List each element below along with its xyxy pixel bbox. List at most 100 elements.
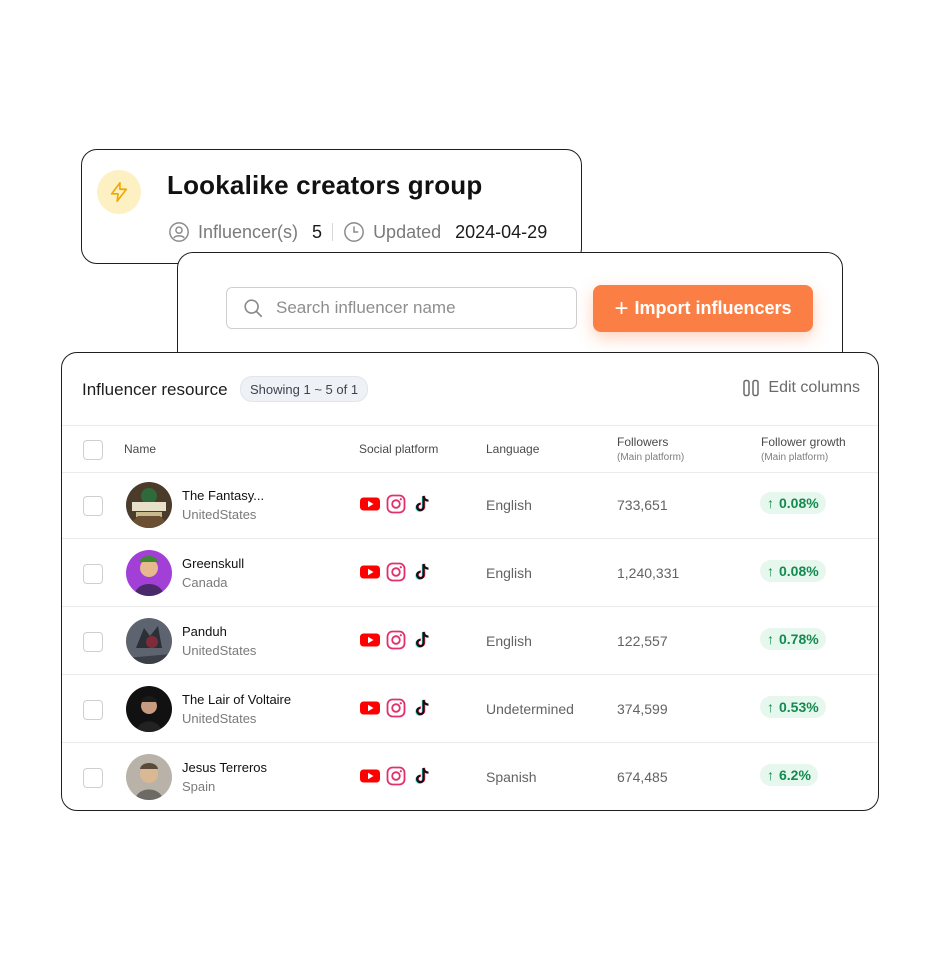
col-growth-sub: (Main platform) <box>761 452 829 463</box>
row-checkbox[interactable] <box>83 700 103 720</box>
table-title: Influencer resource <box>82 380 228 399</box>
influencer-country: Canada <box>182 575 228 590</box>
tiktok-icon[interactable] <box>412 698 432 718</box>
influencer-table-card: Influencer resource Showing 1 ~ 5 of 1 E… <box>61 352 879 811</box>
columns-icon <box>743 379 760 397</box>
instagram-icon[interactable] <box>386 698 406 718</box>
avatar <box>126 482 172 528</box>
arrow-up-icon: ↑ <box>767 699 774 715</box>
instagram-icon[interactable] <box>386 494 406 514</box>
influencers-count: 5 <box>312 221 323 242</box>
followers-count: 674,485 <box>617 769 668 785</box>
growth-badge: ↑ 0.08% <box>760 492 826 514</box>
platform-icons <box>360 698 438 718</box>
import-label: Import influencers <box>634 298 792 318</box>
youtube-icon[interactable] <box>360 698 380 718</box>
instagram-icon[interactable] <box>386 766 406 786</box>
language: Undetermined <box>486 701 574 717</box>
youtube-icon[interactable] <box>360 494 380 514</box>
influencer-name[interactable]: Panduh <box>182 624 227 639</box>
lightning-icon <box>110 182 128 202</box>
influencer-name[interactable]: The Lair of Voltaire <box>182 692 291 707</box>
row-checkbox[interactable] <box>83 768 103 788</box>
col-followers: Followers (Main platform) <box>617 435 684 463</box>
search-icon <box>244 299 263 318</box>
user-circle-icon <box>169 222 189 242</box>
growth-value: 0.08% <box>779 563 819 579</box>
influencer-name[interactable]: Greenskull <box>182 556 244 571</box>
tiktok-icon[interactable] <box>412 630 432 650</box>
tiktok-icon[interactable] <box>412 494 432 514</box>
showing-badge: Showing 1 ~ 5 of 1 <box>240 376 369 402</box>
youtube-icon[interactable] <box>360 562 380 582</box>
col-followers-sub: (Main platform) <box>617 452 685 463</box>
select-all-checkbox[interactable] <box>83 440 103 460</box>
growth-badge: ↑ 6.2% <box>760 764 818 786</box>
col-platform: Social platform <box>359 442 439 456</box>
platform-icons <box>360 494 438 514</box>
avatar <box>126 754 172 800</box>
group-title: Lookalike creators group <box>167 170 483 200</box>
col-followers-label: Followers <box>617 435 669 449</box>
col-name: Name <box>124 442 157 456</box>
followers-count: 1,240,331 <box>617 565 680 581</box>
col-growth: Follower growth (Main platform) <box>761 435 846 463</box>
platform-icons <box>360 766 438 786</box>
plus-icon: + <box>614 294 629 322</box>
followers-count: 733,651 <box>617 497 668 513</box>
updated-label: Updated <box>373 221 442 242</box>
influencer-name[interactable]: The Fantasy... <box>182 488 264 503</box>
growth-value: 0.08% <box>779 495 819 511</box>
search-input[interactable] <box>274 297 558 319</box>
arrow-up-icon: ↑ <box>767 631 774 647</box>
instagram-icon[interactable] <box>386 630 406 650</box>
table-row[interactable]: Panduh UnitedStates English 122,557 ↑ 0.7… <box>62 607 878 675</box>
platform-icons <box>360 630 438 650</box>
language: English <box>486 497 532 513</box>
influencer-country: UnitedStates <box>182 507 257 522</box>
col-growth-label: Follower growth <box>761 435 846 449</box>
influencers-label: Influencer(s) <box>198 221 299 242</box>
growth-value: 6.2% <box>779 767 811 783</box>
clock-icon <box>344 222 364 242</box>
instagram-icon[interactable] <box>386 562 406 582</box>
table-row[interactable]: The Lair of Voltaire UnitedStates Undete… <box>62 675 878 743</box>
table-row[interactable]: Jesus Terreros Spain Spanish 674,485 ↑ 6.… <box>62 743 878 810</box>
influencer-name[interactable]: Jesus Terreros <box>182 760 267 775</box>
growth-value: 0.78% <box>779 631 819 647</box>
language: English <box>486 565 532 581</box>
youtube-icon[interactable] <box>360 630 380 650</box>
search-box[interactable] <box>226 287 577 329</box>
column-headers: Name Social platform Language Followers … <box>62 425 878 473</box>
followers-count: 374,599 <box>617 701 668 717</box>
table-row[interactable]: Greenskull Canada English 1,240,331 ↑ 0.0… <box>62 539 878 607</box>
language: Spanish <box>486 769 537 785</box>
group-icon <box>97 170 141 214</box>
table-header: Influencer resource Showing 1 ~ 5 of 1 E… <box>62 353 878 425</box>
avatar <box>126 618 172 664</box>
growth-badge: ↑ 0.08% <box>760 560 826 582</box>
table-row[interactable]: The Fantasy... UnitedStates English 733,… <box>62 471 878 539</box>
tiktok-icon[interactable] <box>412 562 432 582</box>
col-language: Language <box>486 442 540 456</box>
avatar <box>126 686 172 732</box>
growth-value: 0.53% <box>779 699 819 715</box>
meta-divider <box>332 223 334 241</box>
followers-count: 122,557 <box>617 633 668 649</box>
updated-date: 2024-04-29 <box>455 221 548 242</box>
row-checkbox[interactable] <box>83 564 103 584</box>
arrow-up-icon: ↑ <box>767 767 774 783</box>
group-card <box>81 149 582 264</box>
youtube-icon[interactable] <box>360 766 380 786</box>
row-checkbox[interactable] <box>83 632 103 652</box>
arrow-up-icon: ↑ <box>767 495 774 511</box>
influencer-country: UnitedStates <box>182 643 257 658</box>
edit-columns-button[interactable]: Edit columns <box>742 379 860 397</box>
tiktok-icon[interactable] <box>412 766 432 786</box>
language: English <box>486 633 532 649</box>
import-influencers-button[interactable]: + Import influencers <box>593 285 813 332</box>
row-checkbox[interactable] <box>83 496 103 516</box>
influencer-country: UnitedStates <box>182 711 257 726</box>
growth-badge: ↑ 0.78% <box>760 628 826 650</box>
growth-badge: ↑ 0.53% <box>760 696 826 718</box>
